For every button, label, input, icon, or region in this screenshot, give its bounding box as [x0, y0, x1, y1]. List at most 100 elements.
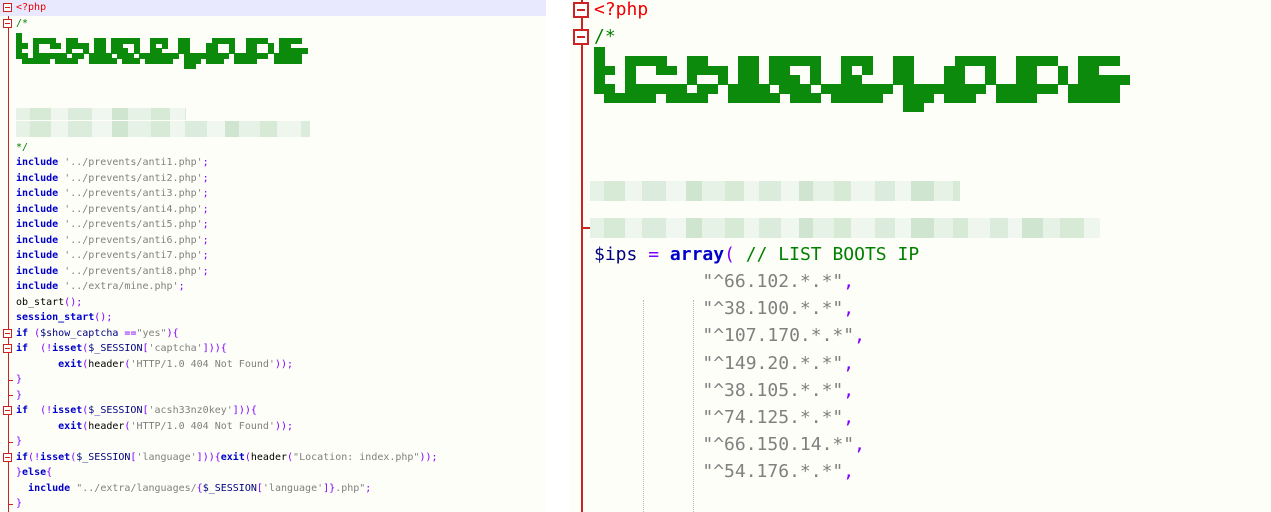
fold-toggle-icon[interactable] [3, 406, 12, 416]
code-token: "^74.125.*.*" [702, 407, 844, 428]
code-token: isset [52, 405, 83, 416]
code-line[interactable]: include '../prevents/anti1.php'; [0, 155, 546, 171]
code-text: include '../prevents/anti6.php'; [16, 233, 209, 249]
code-line[interactable]: "^149.20.*.*", [570, 350, 1271, 377]
fold-toggle-icon[interactable] [573, 28, 589, 45]
code-text: include '../extra/mine.php'; [16, 279, 185, 295]
code-line[interactable]: include '../prevents/anti4.php'; [0, 202, 546, 218]
fold-toggle-icon[interactable] [3, 452, 12, 462]
ascii-art-block [55, 43, 62, 49]
fold-toggle-icon[interactable] [573, 1, 589, 18]
pixelated-block [1008, 218, 1022, 238]
code-line[interactable]: include "../extra/languages/{$_SESSION['… [0, 481, 546, 497]
code-line[interactable]: include '../prevents/anti3.php'; [0, 186, 546, 202]
code-token: '../prevents/anti1.php' [64, 157, 203, 168]
code-line[interactable]: include '../prevents/anti6.php'; [0, 233, 546, 249]
ascii-art-block [1088, 93, 1100, 104]
left-code-editor[interactable]: <?php /* */ include '../prevents/anti1.php'… [0, 0, 546, 512]
right-code-editor[interactable]: <?php/**/$ips = array( // LIST BOOTS IP … [570, 0, 1271, 512]
code-line[interactable]: "^66.102.*.*", [570, 268, 1271, 295]
code-line[interactable]: "^74.125.*.*", [570, 404, 1271, 431]
code-line[interactable]: if (!isset($_SESSION['acsh33nz0key'])){ [0, 403, 546, 419]
ascii-art-block [133, 58, 140, 64]
code-line[interactable]: } [0, 434, 546, 450]
code-line[interactable] [0, 78, 546, 94]
code-line[interactable]: $ips = array( // LIST BOOTS IP [570, 241, 1271, 268]
pixelated-block [151, 121, 170, 137]
code-token: exit [58, 420, 83, 432]
code-line[interactable]: "^66.150.14.*", [570, 431, 1271, 458]
pixelated-block [744, 218, 759, 238]
code-line[interactable]: exit(header('HTTP/1.0 404 Not Found')); [0, 357, 546, 373]
code-line[interactable]: */ [0, 140, 546, 156]
code-line[interactable]: ob_start(); [0, 295, 546, 311]
fold-toggle-icon[interactable] [3, 18, 12, 28]
ascii-art-block [800, 56, 811, 67]
pixelated-block [666, 181, 686, 201]
code-token: '../prevents/anti4.php' [64, 203, 203, 215]
code-line[interactable]: if ($show_captcha =="yes"){ [0, 326, 546, 342]
code-line[interactable]: include '../prevents/anti7.php'; [0, 248, 546, 264]
code-line[interactable] [0, 93, 546, 109]
code-token: ( [724, 243, 735, 265]
fold-toggle-icon[interactable] [3, 3, 12, 13]
ascii-art-block [21, 43, 28, 49]
code-line[interactable]: /* [0, 16, 546, 32]
pixelated-block [895, 218, 911, 238]
code-line[interactable]: exit(header('HTTP/1.0 404 Not Found')); [0, 419, 546, 435]
code-token: == [124, 327, 137, 339]
pixelated-block [207, 121, 225, 137]
code-line[interactable]: } [0, 372, 546, 388]
ascii-art-block [686, 74, 698, 85]
code-text: "^66.102.*.*", [594, 268, 854, 295]
fold-toggle-icon[interactable] [3, 328, 12, 338]
code-line[interactable]: "^38.105.*.*", [570, 377, 1271, 404]
pixelated-block [642, 181, 666, 201]
code-line[interactable]: if (!isset($_SESSION['captcha'])){ [0, 341, 546, 357]
code-line[interactable]: } [0, 496, 546, 512]
ascii-art-block [655, 84, 667, 94]
code-token: $ips [594, 243, 638, 265]
code-line[interactable]: include '../prevents/anti5.php'; [0, 217, 546, 233]
ascii-art-block [604, 65, 616, 76]
code-token: "^54.176.*.*" [702, 461, 844, 483]
code-token: (); [94, 312, 113, 323]
code-token: if [16, 405, 29, 416]
code-text: include '../prevents/anti5.php'; [16, 217, 209, 233]
code-text: } [16, 372, 22, 388]
code-line[interactable]: "^38.100.*.*", [570, 295, 1271, 322]
ascii-art-block [995, 93, 1007, 104]
code-line[interactable]: } [0, 388, 546, 404]
ascii-art-block [789, 93, 801, 104]
code-line[interactable]: include '../extra/mine.php'; [0, 279, 546, 295]
code-line[interactable]: "^54.176.*.*", [570, 458, 1271, 485]
pixelated-block [686, 218, 702, 238]
ascii-art-block [262, 53, 269, 59]
pixelated-block [112, 108, 128, 120]
code-line[interactable]: include '../prevents/anti8.php'; [0, 264, 546, 280]
code-line[interactable]: /* [570, 23, 1271, 50]
code-line[interactable] [570, 132, 1271, 159]
code-token: include [16, 203, 59, 215]
ascii-art-block [903, 102, 914, 113]
ascii-art-block [707, 65, 719, 76]
code-line[interactable]: if(!isset($_SESSION['language'])){exit(h… [0, 450, 546, 466]
code-line[interactable]: "^107.170.*.*", [570, 322, 1271, 349]
code-text: ob_start(); [16, 295, 82, 311]
pixelated-block [185, 121, 207, 137]
code-line[interactable]: <?php [0, 0, 546, 16]
code-line[interactable]: }else{ [0, 465, 546, 481]
code-token: (! [40, 405, 53, 416]
code-token: if [16, 343, 29, 354]
code-line[interactable]: include '../prevents/anti2.php'; [0, 171, 546, 187]
code-line[interactable]: session_start(); [0, 310, 546, 326]
code-line[interactable] [0, 62, 546, 78]
code-token: ; [202, 172, 209, 184]
code-text: "^54.176.*.*", [594, 458, 854, 485]
fold-toggle-icon[interactable] [3, 344, 12, 354]
code-line[interactable]: <?php [570, 0, 1271, 23]
